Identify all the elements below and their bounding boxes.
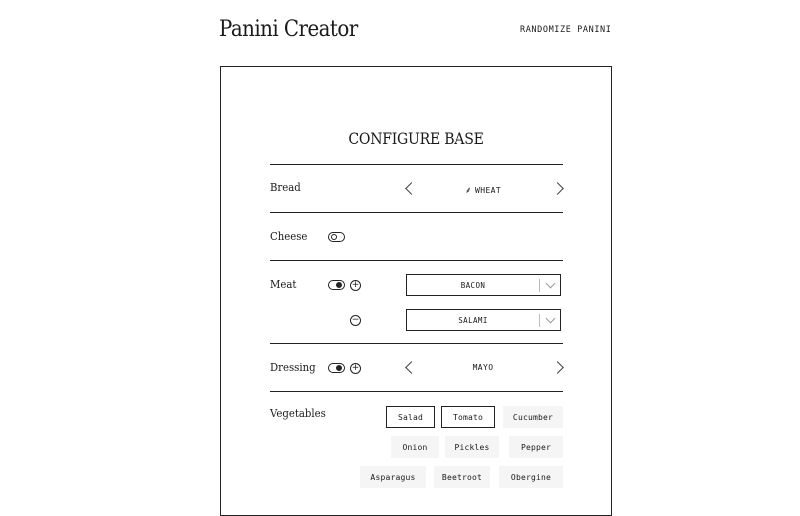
divider (270, 164, 563, 165)
vegetable-chip-asparagus[interactable]: Asparagus (360, 466, 426, 488)
add-dressing-button[interactable]: + (350, 363, 361, 374)
bread-value: ⸙ WHEAT (443, 183, 523, 196)
divider (270, 212, 563, 213)
dressing-label: Dressing (270, 361, 316, 374)
bread-next-chevron-icon[interactable] (551, 182, 564, 195)
meat-select-2[interactable]: SALAMI (406, 309, 561, 331)
vegetables-label: Vegetables (270, 407, 326, 420)
meat-select-value: BACON (460, 281, 486, 290)
vegetable-chip-cucumber[interactable]: Cucumber (503, 406, 563, 428)
cheese-toggle[interactable] (328, 232, 345, 242)
bread-label: Bread (270, 181, 301, 194)
dressing-next-chevron-icon[interactable] (551, 361, 564, 374)
chevron-down-icon (545, 278, 556, 289)
divider (270, 260, 563, 261)
vegetable-chip-pepper[interactable]: Pepper (509, 436, 563, 458)
dressing-prev-chevron-icon[interactable] (405, 361, 418, 374)
add-meat-button[interactable]: + (350, 280, 361, 291)
chevron-down-icon (545, 313, 556, 324)
app-title: Panini Creator (219, 17, 358, 42)
bread-prev-chevron-icon[interactable] (405, 182, 418, 195)
remove-meat-button[interactable]: − (350, 315, 361, 326)
vegetable-chip-obergine[interactable]: Obergine (499, 466, 563, 488)
randomize-panini-button[interactable]: RANDOMIZE PANINI (520, 25, 611, 35)
cheese-label: Cheese (270, 230, 308, 243)
dressing-value: MAYO (472, 363, 494, 372)
meat-label: Meat (270, 278, 297, 291)
vegetable-chip-pickles[interactable]: Pickles (445, 436, 499, 458)
dressing-toggle[interactable] (328, 363, 345, 373)
section-title: CONFIGURE BASE (348, 129, 484, 148)
bread-value-text: WHEAT (475, 186, 502, 195)
divider (270, 343, 563, 344)
divider (270, 391, 563, 392)
meat-select-1[interactable]: BACON (406, 274, 561, 296)
configure-base-panel: CONFIGURE BASE Bread ⸙ WHEAT Cheese Meat … (220, 66, 612, 516)
vegetable-chip-beetroot[interactable]: Beetroot (434, 466, 490, 488)
wheat-icon: ⸙ (464, 186, 473, 196)
vegetable-chip-salad[interactable]: Salad (386, 406, 435, 428)
meat-select-value: SALAMI (458, 316, 488, 325)
vegetable-chip-tomato[interactable]: Tomato (441, 406, 495, 428)
vegetable-chip-onion[interactable]: Onion (391, 436, 439, 458)
meat-toggle[interactable] (328, 280, 345, 290)
